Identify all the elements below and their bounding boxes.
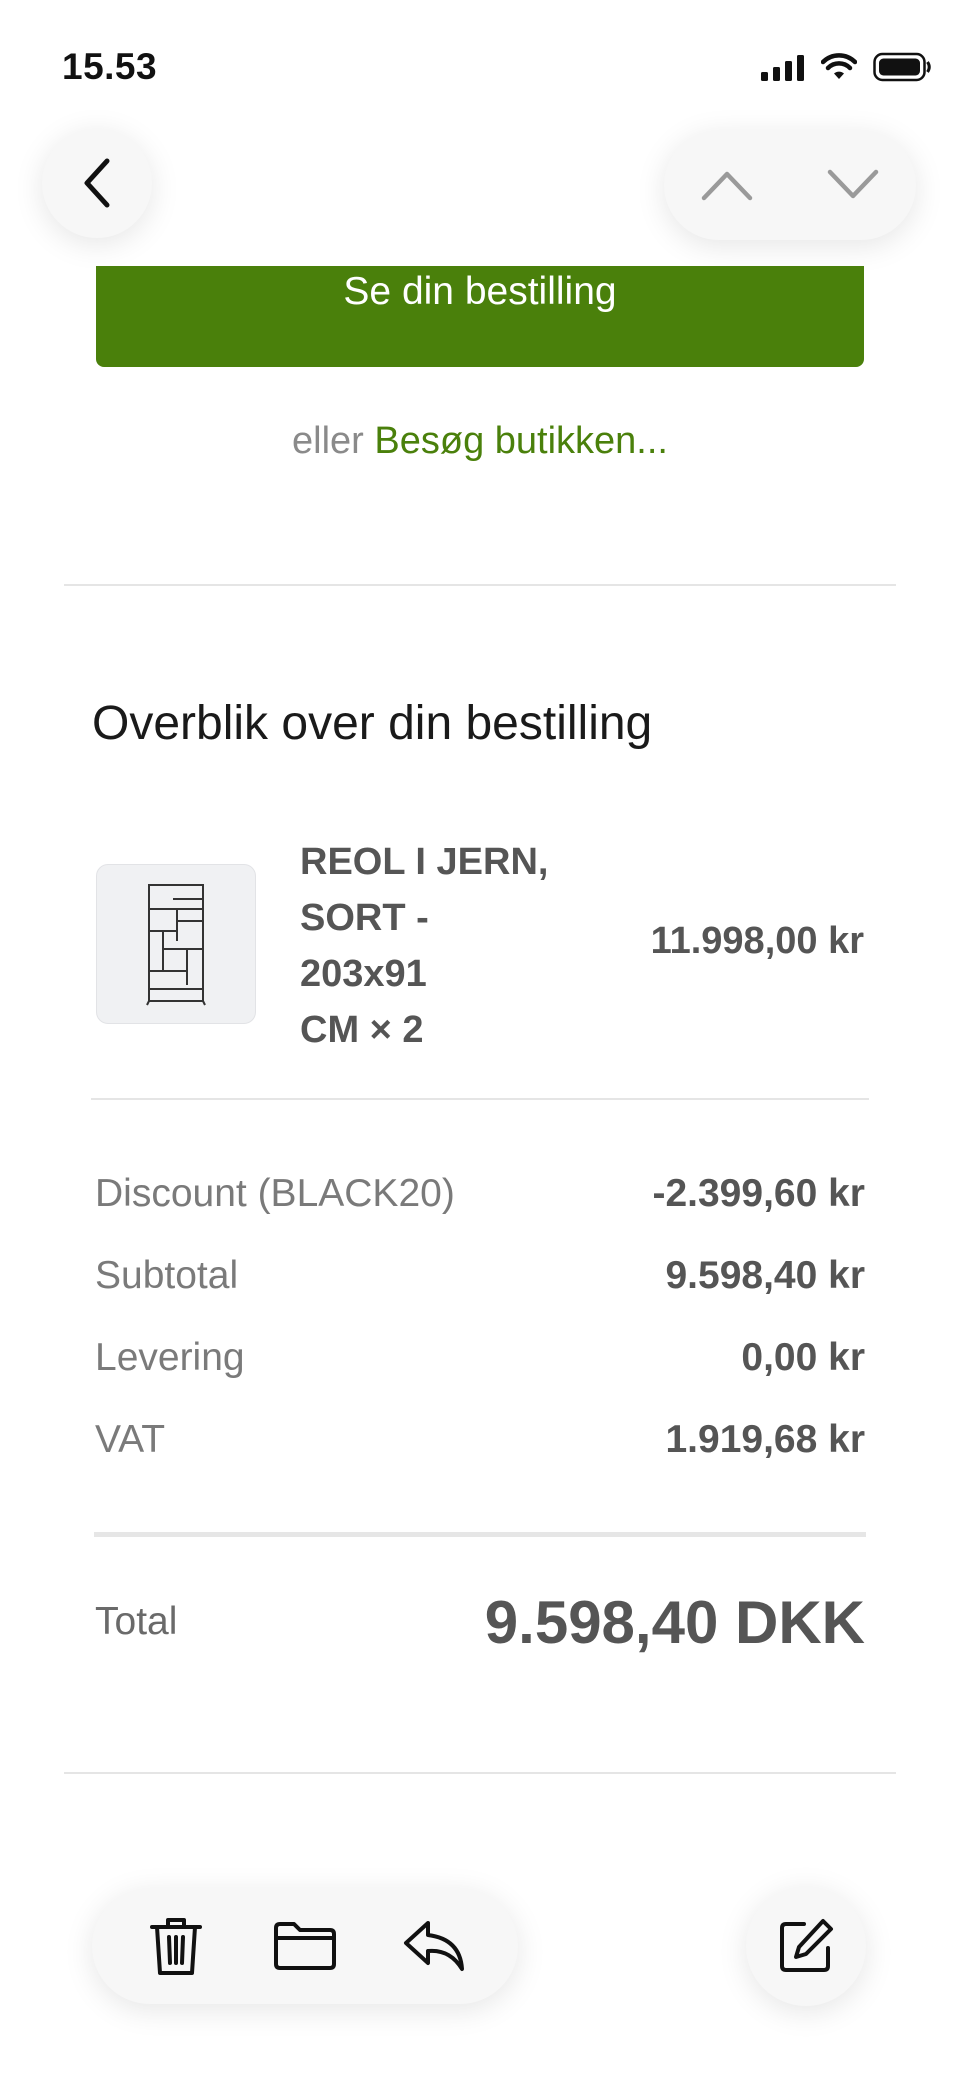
summary-row-subtotal: Subtotal 9.598,40 kr	[95, 1246, 865, 1306]
or-text: eller	[292, 420, 364, 462]
summary-row-discount: Discount (BLACK20) -2.399,60 kr	[95, 1164, 865, 1224]
product-name-line: CM × 2	[300, 1009, 424, 1051]
summary-value: 9.598,40 kr	[665, 1254, 865, 1297]
compose-icon	[780, 1919, 833, 1972]
shelf-product-image	[146, 884, 206, 1006]
product-name-line: 203x91	[300, 953, 427, 995]
move-to-folder-button[interactable]	[255, 1896, 355, 1996]
next-message-button[interactable]	[798, 130, 908, 240]
wifi-icon	[821, 53, 857, 79]
summary-label: Discount (BLACK20)	[95, 1172, 455, 1215]
battery-icon	[873, 52, 931, 82]
product-name: REOL I JERN, SORT - 203x91 CM × 2	[300, 834, 600, 1058]
compose-button[interactable]	[746, 1886, 866, 2006]
chevron-up-icon	[701, 171, 753, 201]
product-name-line: SORT -	[300, 897, 429, 939]
view-order-label: Se din bestilling	[343, 270, 617, 313]
reply-icon	[403, 1921, 464, 1971]
total-divider	[94, 1532, 866, 1537]
mail-actions-toolbar	[92, 1888, 518, 2004]
folder-icon	[273, 1922, 336, 1970]
summary-value: 0,00 kr	[741, 1336, 865, 1379]
divider	[91, 1098, 869, 1100]
summary-label: Subtotal	[95, 1254, 239, 1297]
order-summary-title: Overblik over din bestilling	[92, 697, 653, 750]
status-bar: 15.53	[0, 0, 960, 130]
divider	[64, 584, 896, 586]
status-icons	[761, 52, 933, 82]
divider	[64, 1772, 896, 1774]
total-value: 9.598,40 DKK	[484, 1589, 865, 1656]
chevron-down-icon	[827, 169, 879, 199]
summary-label: VAT	[95, 1418, 166, 1461]
message-navigation	[664, 130, 916, 240]
summary-value: -2.399,60 kr	[652, 1172, 865, 1215]
back-button[interactable]	[42, 128, 152, 238]
product-name-line: REOL I JERN,	[300, 841, 549, 883]
view-order-button[interactable]: Se din bestilling	[96, 266, 864, 367]
summary-value: 1.919,68 kr	[665, 1418, 865, 1461]
previous-message-button[interactable]	[672, 130, 782, 240]
summary-row-vat: VAT 1.919,68 kr	[95, 1410, 865, 1470]
visit-store-link[interactable]: Besøg butikken...	[374, 420, 668, 462]
total-label: Total	[95, 1600, 178, 1643]
chevron-left-icon	[84, 158, 110, 208]
delete-button[interactable]	[126, 1896, 226, 1996]
visit-store-line: eller Besøg butikken...	[0, 420, 960, 463]
trash-icon	[150, 1918, 203, 1975]
summary-label: Levering	[95, 1336, 245, 1379]
cellular-signal-icon	[761, 55, 804, 81]
summary-row-delivery: Levering 0,00 kr	[95, 1328, 865, 1388]
product-price: 11.998,00 kr	[650, 920, 864, 962]
reply-button[interactable]	[384, 1896, 484, 1996]
product-thumbnail	[96, 864, 256, 1024]
status-time: 15.53	[62, 46, 158, 87]
